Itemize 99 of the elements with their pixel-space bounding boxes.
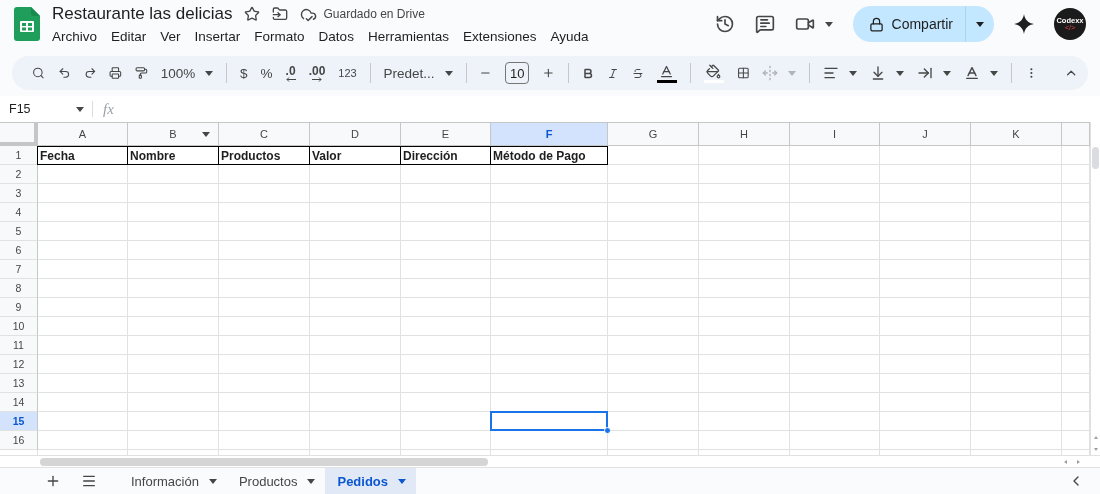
align-left-icon[interactable] <box>823 65 840 81</box>
menu-item[interactable]: Extensiones <box>462 28 537 44</box>
cell-reference: F15 <box>9 102 31 116</box>
font-size-field[interactable]: 10 <box>505 62 530 84</box>
sheet-tab[interactable]: Pedidos <box>325 467 417 494</box>
table-cell: Productos <box>218 146 310 165</box>
text-color-icon[interactable] <box>656 63 677 83</box>
text-rotation-icon[interactable] <box>964 65 981 81</box>
column-header[interactable]: H <box>699 123 790 146</box>
caret-icon[interactable] <box>444 70 453 76</box>
row-header[interactable]: 5 <box>0 222 38 241</box>
menu-icon[interactable] <box>81 473 97 489</box>
row-header[interactable]: 16 <box>0 431 38 450</box>
selected-cell[interactable] <box>490 411 608 431</box>
row-header[interactable]: 14 <box>0 393 38 412</box>
print-icon[interactable] <box>109 65 122 81</box>
comment-icon[interactable] <box>754 14 775 34</box>
menu-item[interactable]: Herramientas <box>367 28 449 44</box>
row-header[interactable]: 7 <box>0 260 38 279</box>
vertical-scrollbar[interactable] <box>1090 122 1100 455</box>
column-header[interactable]: D <box>310 123 401 146</box>
redo-icon[interactable] <box>83 65 97 81</box>
name-box[interactable]: F15 <box>0 102 92 116</box>
fill-handle[interactable] <box>604 427 611 434</box>
menu-item[interactable]: Datos <box>318 28 354 44</box>
row-header[interactable]: 2 <box>0 165 38 184</box>
paint-roller-icon[interactable] <box>135 65 148 81</box>
column-header[interactable]: B <box>128 123 219 146</box>
caret-icon[interactable] <box>202 132 210 137</box>
caret-icon <box>976 21 984 27</box>
row-header[interactable]: 9 <box>0 298 38 317</box>
caret-icon <box>398 478 407 484</box>
caret-icon[interactable] <box>990 70 999 76</box>
caret-icon[interactable] <box>849 70 858 76</box>
star-icon[interactable] <box>244 6 261 22</box>
caret-icon <box>208 478 217 484</box>
undo-icon[interactable] <box>57 65 71 81</box>
row-header[interactable]: 15 <box>0 412 38 431</box>
caret-icon[interactable] <box>205 70 214 76</box>
percent-format[interactable]: % <box>260 65 273 81</box>
history-icon[interactable] <box>714 14 735 34</box>
save-status: Guardado en Drive <box>323 7 425 21</box>
column-header[interactable]: A <box>38 123 128 146</box>
table-cell: Fecha <box>37 146 128 165</box>
table-cell: Método de Pago <box>490 146 608 165</box>
scrollbar-thumb[interactable] <box>1092 147 1099 169</box>
font-select[interactable]: Predet... <box>383 65 435 81</box>
sheet-tab[interactable]: Información <box>119 467 227 494</box>
menu-item[interactable]: Archivo <box>52 28 97 44</box>
row-header[interactable]: 1 <box>0 146 38 165</box>
borders-icon[interactable] <box>736 65 750 81</box>
decrease-decimals[interactable]: .0 <box>285 64 296 77</box>
menu-item[interactable]: Editar <box>111 28 147 44</box>
caret-icon[interactable] <box>896 70 905 76</box>
currency-format[interactable]: $ <box>240 65 248 81</box>
row-header[interactable]: 12 <box>0 355 38 374</box>
menu-item[interactable]: Ver <box>160 28 181 44</box>
right-arrow-icon <box>311 76 322 82</box>
column-header[interactable]: C <box>219 123 310 146</box>
text-wrap-icon[interactable] <box>917 65 934 81</box>
column-header[interactable]: I <box>790 123 880 146</box>
caret-icon[interactable] <box>943 70 952 76</box>
row-header[interactable]: 4 <box>0 203 38 222</box>
column-header[interactable]: K <box>971 123 1062 146</box>
column-header[interactable]: F <box>491 123 608 146</box>
number-format[interactable]: 123 <box>338 67 357 79</box>
caret-icon[interactable] <box>76 106 84 112</box>
lock-icon <box>868 16 884 32</box>
share-button[interactable]: Compartir <box>852 6 966 42</box>
row-header[interactable]: 8 <box>0 279 38 298</box>
column-header[interactable]: E <box>401 123 491 146</box>
menu-item[interactable]: Insertar <box>194 28 241 44</box>
add-sheet-icon[interactable] <box>45 473 61 489</box>
scrollbar-thumb[interactable] <box>40 457 488 466</box>
row-header[interactable]: 3 <box>0 184 38 203</box>
caret-icon <box>307 478 316 484</box>
move-folder-icon[interactable] <box>272 6 289 22</box>
column-header[interactable]: J <box>880 123 971 146</box>
sparkle-icon[interactable] <box>1014 14 1034 34</box>
menu-item[interactable]: Formato <box>254 28 305 44</box>
menu-item[interactable]: Ayuda <box>550 28 589 44</box>
column-header[interactable]: G <box>608 123 699 146</box>
caret-icon[interactable] <box>824 21 833 27</box>
table-cell: Valor <box>309 146 401 165</box>
row-header[interactable]: 6 <box>0 241 38 260</box>
row-header[interactable]: 10 <box>0 317 38 336</box>
table-cell: Nombre <box>127 146 219 165</box>
left-arrow-icon <box>285 76 296 82</box>
sheet-tab[interactable]: Productos <box>226 467 326 494</box>
sheets-logo-icon[interactable] <box>14 7 40 41</box>
table-cell: Dirección <box>400 146 491 165</box>
zoom-select[interactable]: 100% <box>160 65 196 81</box>
row-header[interactable]: 11 <box>0 336 38 355</box>
document-title[interactable]: Restaurante las delicias <box>52 4 233 24</box>
fill-color-icon[interactable] <box>703 63 724 83</box>
formula-label: fx <box>103 100 114 118</box>
search-icon[interactable] <box>32 65 45 81</box>
increase-decimals[interactable]: .00 <box>308 64 326 77</box>
row-header[interactable]: 13 <box>0 374 38 393</box>
